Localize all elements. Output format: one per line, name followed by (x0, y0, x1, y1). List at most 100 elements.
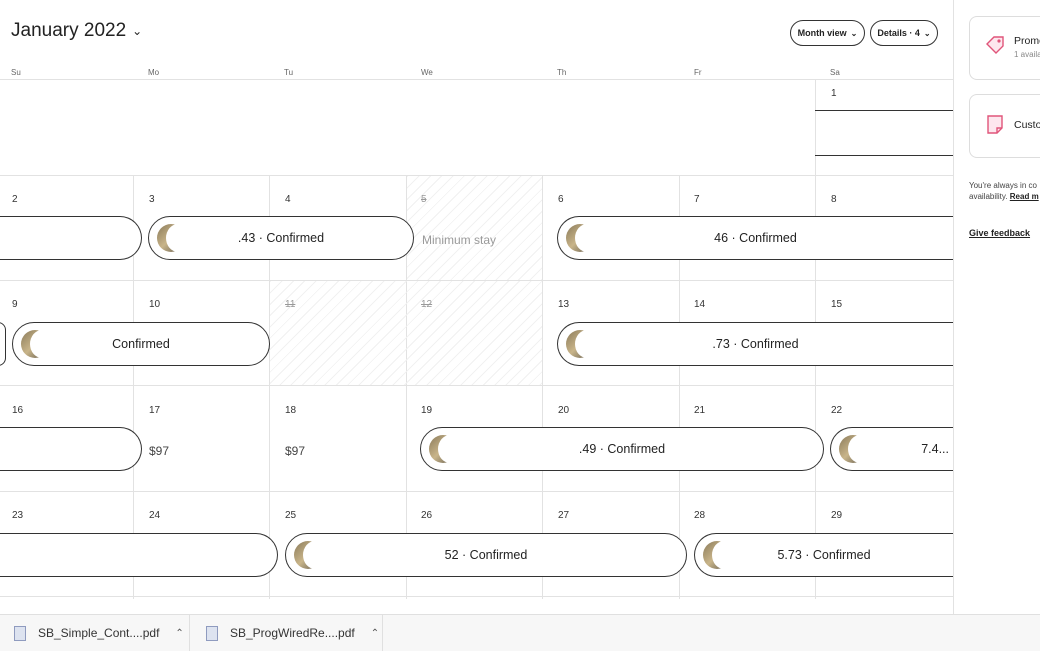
download-filename: SB_Simple_Cont....pdf (38, 626, 160, 640)
chevron-up-icon[interactable]: ⌃ (175, 628, 183, 639)
chevron-down-icon: ⌄ (850, 28, 858, 38)
reservation-bar[interactable]: 46 · Confirmed (557, 216, 953, 260)
weekday-label: Fr (694, 68, 702, 77)
promotion-subtitle: 1 availa (1014, 50, 1040, 59)
grid-line (0, 596, 953, 597)
day-number[interactable]: 22 (831, 405, 842, 416)
promotion-card[interactable]: Promo 1 availa (969, 16, 1040, 80)
custom-settings-title: Custo (1014, 119, 1040, 131)
give-feedback-link[interactable]: Give feedback (969, 228, 1030, 238)
reservation-label: 7.4... (921, 442, 949, 456)
day-number[interactable]: 21 (694, 405, 705, 416)
reservation-label: .43 · Confirmed (237, 231, 325, 245)
reservation-label: 52 · Confirmed (444, 548, 528, 562)
day-number[interactable]: 29 (831, 510, 842, 521)
month-view-button[interactable]: Month view ⌄ (790, 20, 865, 46)
day-number[interactable]: 6 (558, 194, 564, 205)
weekday-label: Tu (284, 68, 294, 77)
day-number[interactable]: 2 (12, 194, 18, 205)
day-number[interactable]: 28 (694, 510, 705, 521)
reservation-label: .49 · Confirmed (578, 442, 666, 456)
weekday-label: Sa (830, 68, 840, 77)
calendar-note-icon (987, 115, 1003, 134)
weekday-label: Su (11, 68, 21, 77)
reservation-bar[interactable]: .49 · Confirmed (420, 427, 824, 471)
day-number[interactable]: 25 (285, 510, 296, 521)
download-filename: SB_ProgWiredRe....pdf (230, 626, 355, 640)
day-number[interactable]: 8 (831, 194, 837, 205)
reservation-edge (815, 155, 953, 156)
reservation-bar[interactable]: .73 · Confirmed (557, 322, 953, 366)
tag-icon (986, 36, 1004, 54)
reservation-edge (815, 110, 953, 111)
details-button[interactable]: Details · 4 ⌄ (870, 20, 938, 46)
day-number[interactable]: 10 (149, 299, 160, 310)
nightly-price[interactable]: $97 (285, 444, 305, 458)
reservation-bar[interactable]: 5.73 · Confirmed (694, 533, 953, 577)
reservation-label: .73 · Confirmed (712, 337, 799, 351)
day-number[interactable]: 4 (285, 194, 291, 205)
download-item[interactable]: SB_Simple_Cont....pdf ⌃ (0, 615, 190, 651)
reservation-bar[interactable]: 52 · Confirmed (285, 533, 687, 577)
chevron-down-icon: ⌄ (132, 24, 143, 38)
day-number[interactable]: 24 (149, 510, 160, 521)
grid-line (0, 79, 953, 80)
grid-line (0, 385, 953, 386)
nightly-price[interactable]: $97 (149, 444, 169, 458)
reservation-label: Confirmed (112, 337, 170, 351)
settings-sidebar: Promo 1 availa Custo You're always in co… (953, 0, 1040, 650)
day-number[interactable]: 13 (558, 299, 569, 310)
reservation-bar[interactable]: 7.4... (830, 427, 953, 471)
reservation-bar[interactable] (0, 216, 142, 260)
day-number[interactable]: 14 (694, 299, 705, 310)
reservation-bar[interactable] (0, 427, 142, 471)
day-number[interactable]: 23 (12, 510, 23, 521)
guest-avatar (566, 224, 599, 252)
reservation-bar[interactable] (0, 533, 278, 577)
day-number[interactable]: 15 (831, 299, 842, 310)
day-number[interactable]: 20 (558, 405, 569, 416)
guest-avatar (839, 435, 872, 463)
weekday-label: We (421, 68, 433, 77)
availability-note: You're always in co availability. Read m (969, 180, 1039, 202)
day-number[interactable]: 11 (285, 299, 295, 310)
weekday-label: Th (557, 68, 567, 77)
day-number[interactable]: 18 (285, 405, 296, 416)
day-number[interactable]: 26 (421, 510, 432, 521)
blocked-cell (407, 176, 542, 280)
day-number[interactable]: 1 (831, 88, 837, 99)
day-number[interactable]: 3 (149, 194, 155, 205)
day-number[interactable]: 19 (421, 405, 432, 416)
reservation-label: 46 · Confirmed (714, 231, 797, 245)
reservation-label: 5.73 · Confirmed (777, 548, 871, 562)
calendar-header: January 2022 ⌄ Month view ⌄ Details · 4 … (0, 0, 953, 66)
reservation-bar[interactable]: .43 · Confirmed (148, 216, 414, 260)
day-number[interactable]: 7 (694, 194, 700, 205)
day-number[interactable]: 5 (421, 194, 427, 205)
guest-avatar (21, 330, 54, 358)
blocked-cell (270, 281, 542, 385)
grid-line (0, 491, 953, 492)
day-number[interactable]: 17 (149, 405, 160, 416)
availability-note-text: availability. (969, 192, 1008, 201)
pdf-file-icon (14, 625, 26, 641)
chevron-up-icon[interactable]: ⌃ (371, 628, 379, 639)
details-label: Details · 4 (877, 28, 920, 38)
reservation-bar[interactable] (0, 322, 6, 366)
guest-avatar (703, 541, 736, 569)
month-title: January 2022 (11, 20, 127, 41)
downloads-bar: SB_Simple_Cont....pdf ⌃ SB_ProgWiredRe..… (0, 614, 1040, 651)
guest-avatar (157, 224, 190, 252)
read-more-link[interactable]: Read m (1010, 192, 1039, 201)
day-number[interactable]: 27 (558, 510, 569, 521)
reservation-bar[interactable]: Confirmed (12, 322, 270, 366)
custom-settings-card[interactable]: Custo (969, 94, 1040, 158)
month-selector[interactable]: January 2022 ⌄ (11, 20, 142, 42)
day-number[interactable]: 12 (421, 299, 432, 310)
download-item[interactable]: SB_ProgWiredRe....pdf ⌃ (190, 615, 383, 651)
chevron-down-icon: ⌄ (923, 28, 931, 38)
month-view-label: Month view (797, 28, 847, 38)
day-number[interactable]: 9 (12, 299, 18, 310)
day-number[interactable]: 16 (12, 405, 23, 416)
guest-avatar (566, 330, 599, 358)
